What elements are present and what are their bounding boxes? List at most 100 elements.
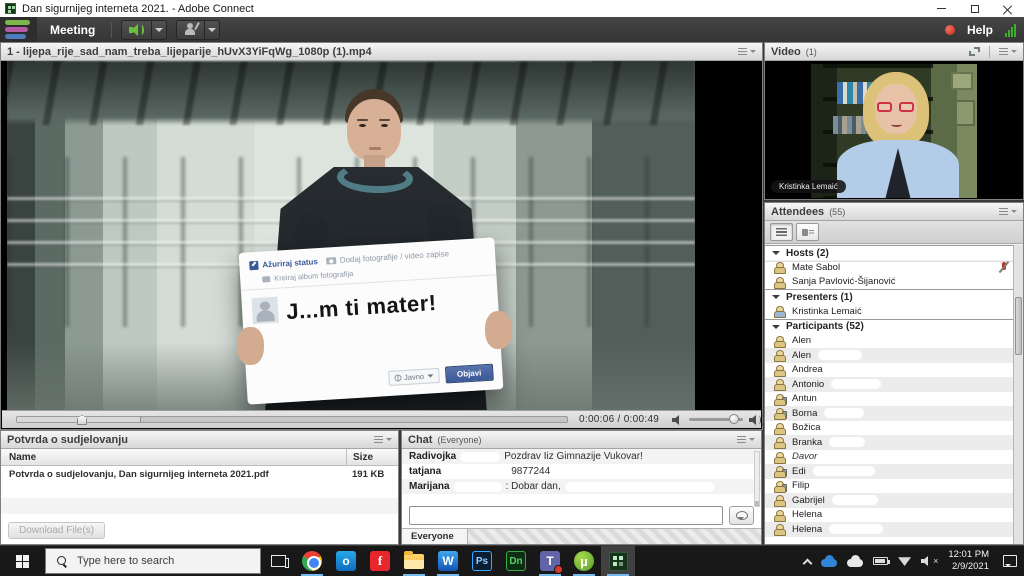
taskbar-teams[interactable]: T <box>533 546 567 576</box>
pod-menu-icon[interactable] <box>999 48 1008 55</box>
webcam-video-area[interactable]: Kristinka Lemaić <box>765 61 1023 199</box>
minimize-icon <box>937 8 946 9</box>
shared-video-area[interactable]: Ažuriraj status Dodaj fotografije / vide… <box>1 61 762 410</box>
column-size[interactable]: Size <box>346 449 398 465</box>
adobe-connect-logo[interactable] <box>0 17 37 42</box>
taskbar-photoshop[interactable]: Ps <box>465 546 499 576</box>
attendees-scrollbar[interactable] <box>1013 245 1023 544</box>
album-icon <box>262 276 270 282</box>
attendees-count: (55) <box>829 207 845 217</box>
attendee-row[interactable]: Mate Sabol <box>765 260 1013 275</box>
chat-messages: Radivojka Pozdrav Iiz Gimnazije Vukovar!… <box>402 449 761 510</box>
attendee-icon <box>773 422 785 434</box>
send-message-button[interactable] <box>729 506 754 525</box>
attendee-row[interactable]: Gabrijel <box>765 493 1013 508</box>
taskbar-word[interactable]: W <box>431 546 465 576</box>
minimize-button[interactable] <box>925 0 958 17</box>
chat-scrollbar[interactable] <box>754 451 760 507</box>
attendee-icon <box>773 364 785 376</box>
taskbar-search[interactable]: Type here to search <box>45 548 261 574</box>
camera-icon <box>326 257 336 265</box>
group-header-hosts[interactable]: Hosts (2) <box>765 245 1013 260</box>
attendee-row[interactable]: Antun <box>765 392 1013 407</box>
taskbar-outlook[interactable]: o <box>329 546 363 576</box>
onedrive-icon[interactable] <box>821 559 837 567</box>
chevron-down-icon <box>749 438 755 444</box>
pod-menu-button[interactable] <box>738 47 756 56</box>
clock-date: 2/9/2021 <box>948 561 989 573</box>
hidden-icons-chevron[interactable] <box>803 558 813 568</box>
attendee-row[interactable]: Borna <box>765 406 1013 421</box>
taskbar-utorrent[interactable]: µ <box>567 546 601 576</box>
files-pod-title: Potvrda o sudjelovanju <box>7 434 128 446</box>
pod-menu-icon <box>374 436 383 443</box>
volume-up-icon[interactable] <box>749 415 760 425</box>
meeting-menu[interactable]: Meeting <box>37 17 111 42</box>
attendee-icon <box>773 523 785 535</box>
taskbar-chrome[interactable] <box>295 546 329 576</box>
group-header-participants[interactable]: Participants (52) <box>765 319 1013 334</box>
pod-menu-button[interactable] <box>999 207 1017 216</box>
wifi-icon[interactable] <box>898 556 911 566</box>
chat-input[interactable] <box>409 506 723 525</box>
pod-menu-button[interactable] <box>737 435 755 444</box>
taskbar-indesign[interactable]: Dn <box>499 546 533 576</box>
download-files-button[interactable]: Download File(s) <box>8 522 105 539</box>
volume-down-icon[interactable] <box>672 415 683 425</box>
speaker-button[interactable] <box>121 20 152 40</box>
attendee-row[interactable]: Božica <box>765 421 1013 436</box>
group-header-presenters[interactable]: Presenters (1) <box>765 289 1013 304</box>
attendee-row[interactable]: Edi <box>765 464 1013 479</box>
taskbar-clock[interactable]: 12:01 PM 2/9/2021 <box>948 549 989 574</box>
task-view-button[interactable] <box>261 546 295 576</box>
attendee-row[interactable]: Andrea <box>765 363 1013 378</box>
attendee-row[interactable]: Filip <box>765 479 1013 494</box>
attendees-toolbar <box>765 221 1023 244</box>
status-button[interactable] <box>176 20 205 40</box>
status-dropdown[interactable] <box>205 20 220 40</box>
cloud-icon[interactable] <box>847 559 863 567</box>
attendee-row[interactable]: Helena <box>765 508 1013 523</box>
scrollbar-thumb[interactable] <box>1015 297 1022 355</box>
files-table-header[interactable]: Name Size <box>1 449 398 466</box>
maximize-button[interactable] <box>958 0 991 17</box>
seek-bar[interactable] <box>16 416 568 423</box>
attendee-name: Filip <box>792 480 809 491</box>
attendee-row[interactable]: Davor <box>765 450 1013 465</box>
taskbar-file-explorer[interactable] <box>397 546 431 576</box>
utorrent-icon: µ <box>574 551 594 571</box>
attendee-list-view-button[interactable] <box>770 223 793 241</box>
start-button[interactable] <box>0 546 45 576</box>
attendee-name: Kristinka Lemaić <box>792 306 862 317</box>
pod-menu-button[interactable] <box>374 435 392 444</box>
attendee-status-view-button[interactable] <box>796 223 819 241</box>
column-name[interactable]: Name <box>1 452 346 463</box>
close-button[interactable] <box>991 0 1024 17</box>
video-pod-header: Video (1) <box>765 43 1023 61</box>
attendee-row[interactable]: Kristinka Lemaić <box>765 304 1013 319</box>
file-row[interactable]: Potvrda o sudjelovanju, Dan sigurnijeg i… <box>1 466 398 482</box>
volume-knob[interactable] <box>729 414 739 424</box>
connection-signal-icon[interactable] <box>1005 23 1016 37</box>
attendee-row[interactable]: Alen <box>765 348 1013 363</box>
attendee-row[interactable]: Antonio <box>765 377 1013 392</box>
volume-slider[interactable] <box>689 418 743 421</box>
volume-muted-icon[interactable]: × <box>921 556 938 566</box>
playback-controls: 0:00:06 / 0:00:49 <box>2 410 761 428</box>
tab-everyone[interactable]: Everyone <box>402 529 468 544</box>
mic-disabled-icon <box>999 261 1009 274</box>
fullscreen-icon[interactable] <box>969 47 980 56</box>
battery-icon[interactable] <box>873 557 888 565</box>
help-menu[interactable]: Help <box>967 23 993 37</box>
speaker-dropdown[interactable] <box>152 20 167 40</box>
action-center-icon[interactable] <box>1003 555 1017 567</box>
taskbar-adobe-connect[interactable] <box>601 546 635 576</box>
taskbar-facebook[interactable]: f <box>363 546 397 576</box>
attendee-row[interactable]: Alen <box>765 334 1013 349</box>
speaker-icon <box>129 24 144 36</box>
chevron-down-icon <box>1011 50 1017 56</box>
attendee-row[interactable]: Sanja Pavlović-Šijanović <box>765 275 1013 290</box>
attendee-row[interactable]: Helena <box>765 522 1013 537</box>
attendee-row[interactable]: Branka <box>765 435 1013 450</box>
attendee-name: Sanja Pavlović-Šijanović <box>792 276 896 287</box>
